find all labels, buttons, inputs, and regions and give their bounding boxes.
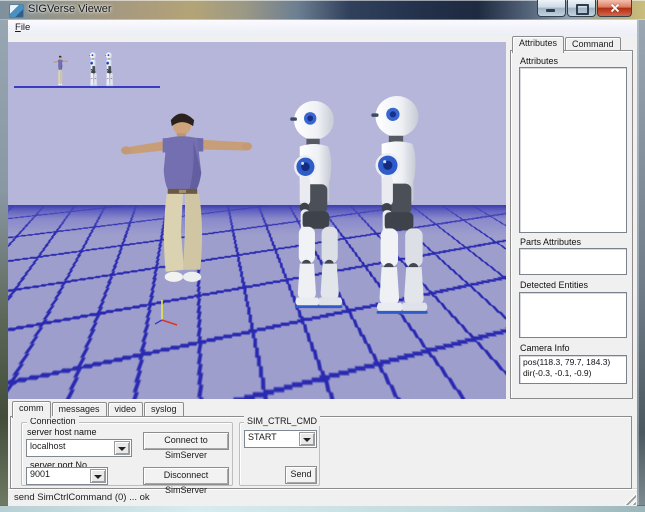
server-port-combobox[interactable]: 9001 [26,467,108,485]
distant-robot-1[interactable] [87,52,99,87]
window-frame-right [637,20,645,505]
attributes-listbox[interactable] [519,67,627,233]
3d-viewport[interactable] [8,42,506,399]
server-host-combobox[interactable]: localhost [26,439,132,457]
minimize-icon [546,9,555,12]
camera-pos: pos(118.3, 79.7, 184.3) [523,357,610,367]
chevron-down-icon [94,475,102,479]
server-host-dropdown-button[interactable] [114,441,130,455]
connection-group: Connection server host name localhost se… [21,422,233,486]
close-icon [610,3,619,12]
close-button[interactable] [597,0,632,17]
sim-ctrl-command-value: START [248,432,277,442]
chevron-down-icon [118,447,126,451]
server-host-value: localhost [30,441,66,451]
resize-grip[interactable] [623,492,636,505]
detected-entities-label: Detected Entities [520,280,588,290]
maximize-button[interactable] [567,0,596,17]
distant-robot-2[interactable] [103,52,115,87]
connect-button[interactable]: Connect to SimServer [143,432,229,450]
send-button[interactable]: Send [285,466,317,484]
menu-bar: File [8,20,637,37]
comm-panel: Connection server host name localhost se… [10,416,632,489]
status-message: send SimCtrlCommand (0) ... ok [14,492,150,503]
camera-info-box: pos(118.3, 79.7, 184.3)dir(-0.3, -0.1, -… [519,355,627,384]
window-frame-left [0,20,8,505]
attributes-panel: Attributes Parts Attributes Detected Ent… [510,50,633,399]
tab-syslog[interactable]: syslog [144,402,184,417]
menu-file[interactable]: File [8,20,37,33]
window-title: SIGVerse Viewer [28,3,112,15]
maximize-icon [576,4,589,15]
parts-attributes-label: Parts Attributes [520,237,581,247]
app-icon [9,4,24,18]
sim-ctrl-cmd-group: SIM_CTRL_CMD START Send [239,422,320,486]
app-window: SIGVerse Viewer File [0,0,645,512]
minimize-button[interactable] [537,0,566,17]
chevron-down-icon [303,438,311,442]
world-axis-icon [148,298,180,328]
attributes-label: Attributes [520,56,558,66]
tab-attributes[interactable]: Attributes [512,36,564,53]
sim-ctrl-cmd-label: SIM_CTRL_CMD [244,416,320,426]
camera-info-label: Camera Info [520,343,570,353]
sim-ctrl-command-combobox[interactable]: START [244,430,317,448]
human-avatar[interactable] [118,110,252,292]
window-frame-bottom [0,505,645,512]
status-bar: send SimCtrlCommand (0) ... ok [8,488,637,506]
tab-comm[interactable]: comm [12,401,51,418]
bottom-tabs: comm messages video syslog [12,401,185,417]
robot-entity-2[interactable] [356,94,438,318]
detected-entities-box[interactable] [519,292,627,338]
distant-human-avatar[interactable] [53,55,68,87]
client-area: Attributes Command Attributes Parts Attr… [8,36,637,505]
disconnect-button[interactable]: Disconnect SimServer [143,467,229,485]
camera-dir: dir(-0.3, -0.1, -0.9) [523,368,592,378]
title-bar[interactable]: SIGVerse Viewer [0,0,645,20]
server-host-label: server host name [27,427,97,437]
sim-ctrl-dropdown-button[interactable] [299,432,315,446]
robot-entity-1[interactable] [276,99,352,312]
server-port-value: 9001 [30,469,50,479]
tab-messages[interactable]: messages [52,402,107,417]
parts-attributes-box[interactable] [519,248,627,275]
tab-video[interactable]: video [108,402,144,417]
server-port-dropdown-button[interactable] [90,469,106,483]
